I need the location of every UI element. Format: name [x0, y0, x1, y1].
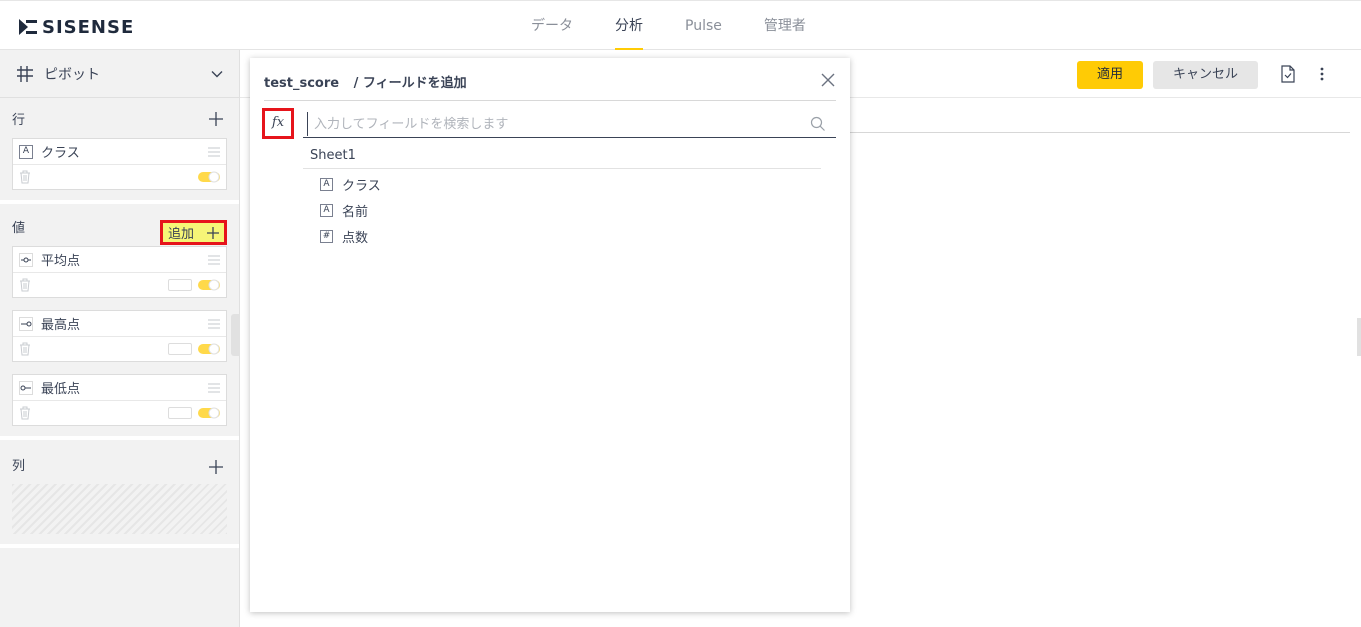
trash-icon[interactable] — [19, 170, 31, 184]
rows-section: 行 A クラス — [0, 98, 239, 204]
nav-pulse[interactable]: Pulse — [664, 1, 743, 51]
max-icon — [19, 316, 33, 331]
field-item[interactable]: A クラス — [320, 175, 381, 194]
logo-text: SISENSE — [42, 16, 135, 38]
min-icon — [19, 380, 33, 395]
search-input[interactable] — [307, 112, 797, 136]
widget-type-selector[interactable]: ピボット — [0, 50, 239, 98]
sheet-header[interactable]: Sheet1 — [310, 148, 356, 163]
add-value-label: 追加 — [167, 227, 194, 242]
collapse-panel-handle[interactable] — [231, 314, 240, 356]
color-swatch[interactable] — [168, 343, 192, 355]
columns-drop-zone[interactable] — [12, 484, 227, 534]
top-bar: SISENSE データ 分析 Pulse 管理者 — [0, 0, 1361, 51]
numeric-type-icon: # — [320, 230, 333, 243]
value-field-avg[interactable]: 平均点 — [12, 246, 227, 298]
field-item[interactable]: # 点数 — [320, 227, 368, 246]
drag-handle-icon[interactable] — [208, 255, 220, 265]
nav-admin[interactable]: 管理者 — [743, 1, 827, 51]
row-field-label: クラス — [41, 146, 80, 161]
divider — [264, 100, 836, 101]
main-nav: データ 分析 Pulse 管理者 — [510, 1, 827, 51]
dialog-title-text: / フィールドを追加 — [353, 76, 467, 91]
nav-data[interactable]: データ — [510, 1, 594, 51]
widget-type-label: ピボット — [44, 66, 100, 83]
color-swatch[interactable] — [168, 279, 192, 291]
field-item[interactable]: A 名前 — [320, 201, 368, 220]
value-field-label: 最高点 — [41, 318, 81, 333]
toggle-switch[interactable] — [198, 407, 220, 419]
close-icon[interactable] — [820, 72, 836, 88]
color-swatch[interactable] — [168, 407, 192, 419]
datasource-name: test_score — [264, 76, 340, 91]
columns-section: 列 — [0, 440, 239, 548]
text-type-icon: A — [19, 144, 33, 159]
sisense-logo[interactable]: SISENSE — [18, 16, 134, 38]
field-label: クラス — [342, 179, 381, 194]
drag-handle-icon[interactable] — [208, 383, 220, 393]
add-field-dialog: test_score / フィールドを追加 fx Sheet1 A クラス A … — [250, 58, 850, 612]
right-panel-handle[interactable] — [1357, 318, 1361, 356]
value-field-label: 平均点 — [41, 254, 81, 269]
divider — [303, 168, 821, 169]
value-field-label: 最低点 — [41, 382, 81, 397]
toggle-switch[interactable] — [198, 279, 220, 291]
drag-handle-icon[interactable] — [208, 147, 220, 157]
sisense-logo-icon — [19, 19, 37, 35]
toggle-switch[interactable] — [198, 171, 220, 183]
field-search — [303, 112, 836, 138]
dialog-title: test_score / フィールドを追加 — [264, 72, 467, 91]
drag-handle-icon[interactable] — [208, 319, 220, 329]
text-type-icon: A — [320, 178, 333, 191]
trash-icon[interactable] — [19, 406, 31, 420]
trash-icon[interactable] — [19, 342, 31, 356]
text-type-icon: A — [320, 204, 333, 217]
pivot-grid-icon — [17, 65, 33, 82]
field-label: 点数 — [342, 231, 369, 246]
cancel-button[interactable]: キャンセル — [1153, 61, 1258, 89]
nav-analytics[interactable]: 分析 — [594, 1, 664, 51]
rows-title: 行 — [12, 113, 26, 128]
trash-icon[interactable] — [19, 278, 31, 292]
avg-icon — [19, 252, 33, 267]
row-field-class[interactable]: A クラス — [12, 138, 227, 190]
chevron-down-icon[interactable] — [211, 68, 223, 80]
document-check-icon[interactable] — [1280, 65, 1296, 83]
widget-panel: ピボット 行 A クラス 値 追加 平均点 最高点 最低点 列 — [0, 50, 240, 627]
field-label: 名前 — [342, 205, 369, 220]
plus-icon — [207, 226, 219, 239]
divider — [850, 132, 1350, 133]
search-icon[interactable] — [810, 116, 826, 132]
value-field-min[interactable]: 最低点 — [12, 374, 227, 426]
toggle-switch[interactable] — [198, 343, 220, 355]
formula-button[interactable]: fx — [262, 108, 294, 139]
value-field-max[interactable]: 最高点 — [12, 310, 227, 362]
add-value-button[interactable]: 追加 — [159, 220, 227, 245]
add-column-plus-icon[interactable] — [207, 458, 225, 476]
values-section: 値 追加 平均点 最高点 最低点 — [0, 204, 239, 440]
apply-button[interactable]: 適用 — [1077, 61, 1143, 89]
columns-title: 列 — [12, 459, 26, 474]
add-row-plus-icon[interactable] — [207, 110, 225, 128]
more-vertical-icon[interactable] — [1320, 66, 1324, 82]
